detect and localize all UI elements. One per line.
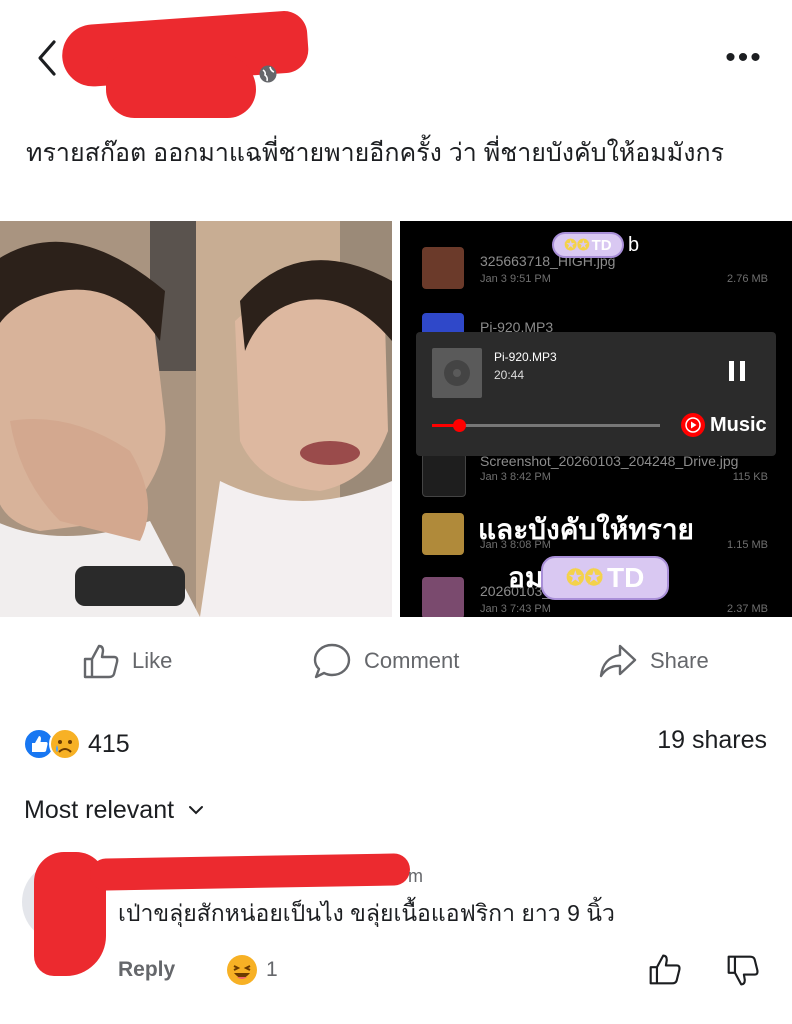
reactions-count: 415 (88, 729, 130, 758)
file-size: 115 KB (732, 471, 768, 483)
file-date: Jan 3 7:43 PM (480, 603, 551, 615)
thumbs-down-icon (727, 955, 759, 986)
share-label: Share (650, 648, 709, 673)
file-size: 2.37 MB (727, 603, 768, 615)
file-date: Jan 3 8:42 PM (480, 471, 551, 483)
progress-track[interactable] (432, 419, 660, 432)
comment-bubble-icon (313, 643, 351, 679)
comment-reaction[interactable]: 1 (226, 954, 278, 986)
youtube-music-icon (681, 413, 705, 437)
disc-icon (444, 360, 470, 386)
share-arrow-icon (599, 644, 637, 678)
file-thumbnail (422, 247, 464, 289)
sticker-star-icon: ✪✪ (566, 565, 604, 590)
more-options-label: ••• (725, 41, 763, 74)
comment-reaction-count: 1 (266, 958, 278, 981)
like-button[interactable]: Like (82, 636, 172, 686)
thumbs-up-icon (649, 954, 681, 985)
sticker-suffix: b (628, 233, 640, 256)
reply-button[interactable]: Reply (118, 958, 175, 982)
file-date: Jan 3 9:51 PM (480, 273, 551, 285)
pause-icon (729, 361, 745, 381)
post-photo[interactable] (0, 221, 392, 617)
td-sticker: ✪✪ TD (552, 232, 624, 258)
comment-label: Comment (364, 648, 460, 673)
music-brand: Music (710, 413, 767, 436)
share-button[interactable]: Share (598, 636, 709, 686)
more-options-button[interactable]: ••• (718, 40, 770, 76)
post-caption: ทรายสก๊อต ออกมาแฉพี่ชายพายอีกครั้ง ว่า พ… (26, 139, 725, 167)
td-sticker-large: ✪✪ TD (541, 556, 670, 600)
shares-count[interactable]: 19 shares (560, 726, 767, 755)
comment-button[interactable]: Comment (312, 636, 459, 686)
track-time: 20:44 (494, 368, 525, 382)
reactions-summary[interactable]: 415 (22, 722, 130, 766)
sad-reaction-icon (49, 728, 81, 760)
sticker-text: TD (607, 562, 645, 593)
chevron-left-icon (38, 40, 56, 76)
haha-reaction-icon (227, 955, 257, 985)
overlay-line2: อม ✪✪ TD (508, 556, 670, 600)
comment-timestamp: m (408, 866, 423, 886)
like-label: Like (132, 648, 173, 673)
chevron-down-icon (189, 806, 204, 815)
overlay-text-line1: และบังคับให้ทราย (478, 514, 694, 545)
file-size: 2.76 MB (727, 273, 768, 285)
sticker-star-icon: ✪✪ (564, 237, 590, 254)
sticker-top: ✪✪ TD b (552, 232, 639, 258)
back-button[interactable] (30, 36, 64, 80)
pause-button[interactable] (722, 356, 752, 386)
file-thumbnail (422, 453, 466, 497)
sticker-text: TD (591, 236, 612, 254)
sort-label: Most relevant (24, 795, 175, 824)
file-size: 1.15 MB (727, 539, 768, 551)
music-player[interactable]: Pi-920.MP3 20:44 Music (416, 332, 776, 456)
youtube-music-logo: Music (680, 412, 767, 438)
thumbs-up-icon (83, 644, 119, 679)
redacted-commenter-name (89, 853, 411, 891)
album-art (432, 348, 482, 398)
comment-text: เป่าขลุ่ยสักหน่อยเป็นไง ขลุ่ยเนื้อแอฟริก… (118, 900, 615, 926)
file-thumbnail (422, 577, 464, 617)
globe-icon (258, 64, 278, 84)
comment-dislike-button[interactable] (726, 954, 760, 993)
comment-sort-dropdown[interactable]: Most relevant (24, 792, 204, 828)
overlay-text-line2: อม (508, 562, 544, 593)
track-name: Pi-920.MP3 (494, 350, 557, 364)
progress-knob[interactable] (453, 419, 467, 432)
comment-like-button[interactable] (648, 952, 682, 991)
redacted-avatar-name-2 (106, 54, 256, 118)
file-thumbnail (422, 513, 464, 555)
